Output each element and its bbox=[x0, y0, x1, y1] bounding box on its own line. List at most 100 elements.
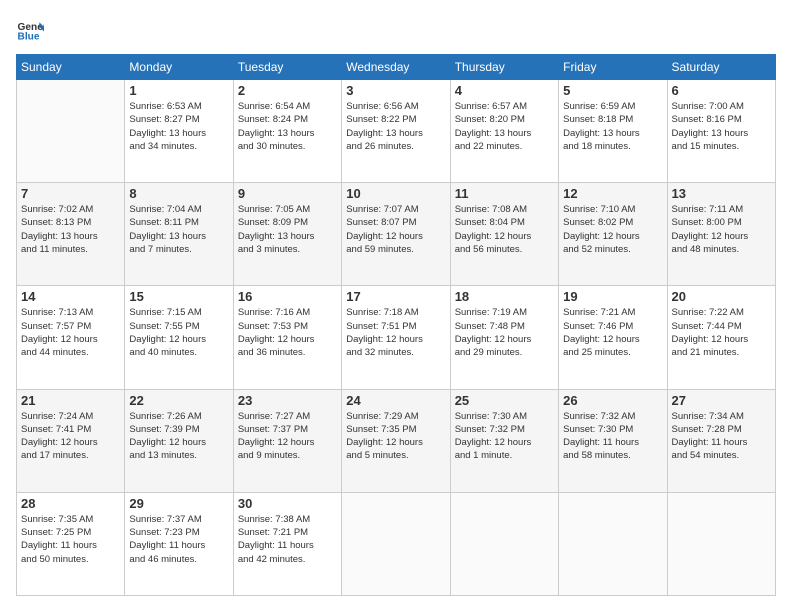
day-number: 21 bbox=[21, 393, 120, 408]
day-number: 6 bbox=[672, 83, 771, 98]
day-number: 3 bbox=[346, 83, 445, 98]
calendar-week-row: 1 Sunrise: 6:53 AM Sunset: 8:27 PM Daylig… bbox=[17, 80, 776, 183]
weekday-header: Thursday bbox=[450, 55, 558, 80]
day-number: 15 bbox=[129, 289, 228, 304]
day-info: Sunrise: 7:18 AM Sunset: 7:51 PM Dayligh… bbox=[346, 306, 445, 359]
calendar-cell: 25 Sunrise: 7:30 AM Sunset: 7:32 PM Dayli… bbox=[450, 389, 558, 492]
day-info: Sunrise: 6:53 AM Sunset: 8:27 PM Dayligh… bbox=[129, 100, 228, 153]
day-info: Sunrise: 6:57 AM Sunset: 8:20 PM Dayligh… bbox=[455, 100, 554, 153]
calendar-cell: 12 Sunrise: 7:10 AM Sunset: 8:02 PM Dayli… bbox=[559, 183, 667, 286]
day-number: 14 bbox=[21, 289, 120, 304]
day-number: 12 bbox=[563, 186, 662, 201]
day-info: Sunrise: 6:59 AM Sunset: 8:18 PM Dayligh… bbox=[563, 100, 662, 153]
calendar-cell: 14Sunrise: 7:13 AM Sunset: 7:57 PM Dayli… bbox=[17, 286, 125, 389]
day-info: Sunrise: 7:22 AM Sunset: 7:44 PM Dayligh… bbox=[672, 306, 771, 359]
calendar-cell: 17Sunrise: 7:18 AM Sunset: 7:51 PM Dayli… bbox=[342, 286, 450, 389]
day-info: Sunrise: 7:30 AM Sunset: 7:32 PM Dayligh… bbox=[455, 410, 554, 463]
calendar-cell: 9 Sunrise: 7:05 AM Sunset: 8:09 PM Daylig… bbox=[233, 183, 341, 286]
day-number: 20 bbox=[672, 289, 771, 304]
day-number: 9 bbox=[238, 186, 337, 201]
calendar-cell: 1 Sunrise: 6:53 AM Sunset: 8:27 PM Daylig… bbox=[125, 80, 233, 183]
calendar-cell: 26Sunrise: 7:32 AM Sunset: 7:30 PM Dayli… bbox=[559, 389, 667, 492]
calendar-cell: 27 Sunrise: 7:34 AM Sunset: 7:28 PM Dayli… bbox=[667, 389, 775, 492]
svg-text:Blue: Blue bbox=[18, 31, 40, 42]
day-number: 1 bbox=[129, 83, 228, 98]
day-info: Sunrise: 7:10 AM Sunset: 8:02 PM Dayligh… bbox=[563, 203, 662, 256]
calendar-week-row: 7 Sunrise: 7:02 AM Sunset: 8:13 PM Daylig… bbox=[17, 183, 776, 286]
day-number: 24 bbox=[346, 393, 445, 408]
day-number: 11 bbox=[455, 186, 554, 201]
day-number: 19 bbox=[563, 289, 662, 304]
calendar-cell: 16 Sunrise: 7:16 AM Sunset: 7:53 PM Dayli… bbox=[233, 286, 341, 389]
calendar-cell: 18 Sunrise: 7:19 AM Sunset: 7:48 PM Dayli… bbox=[450, 286, 558, 389]
weekday-header: Tuesday bbox=[233, 55, 341, 80]
calendar-week-row: 21Sunrise: 7:24 AM Sunset: 7:41 PM Dayli… bbox=[17, 389, 776, 492]
calendar-cell: 29 Sunrise: 7:37 AM Sunset: 7:23 PM Dayli… bbox=[125, 492, 233, 595]
calendar-cell: 30 Sunrise: 7:38 AM Sunset: 7:21 PM Dayli… bbox=[233, 492, 341, 595]
day-info: Sunrise: 7:16 AM Sunset: 7:53 PM Dayligh… bbox=[238, 306, 337, 359]
calendar-cell bbox=[342, 492, 450, 595]
day-info: Sunrise: 7:11 AM Sunset: 8:00 PM Dayligh… bbox=[672, 203, 771, 256]
day-number: 4 bbox=[455, 83, 554, 98]
day-number: 13 bbox=[672, 186, 771, 201]
day-info: Sunrise: 7:27 AM Sunset: 7:37 PM Dayligh… bbox=[238, 410, 337, 463]
calendar-cell: 5 Sunrise: 6:59 AM Sunset: 8:18 PM Daylig… bbox=[559, 80, 667, 183]
calendar-cell bbox=[667, 492, 775, 595]
day-number: 29 bbox=[129, 496, 228, 511]
weekday-header: Wednesday bbox=[342, 55, 450, 80]
calendar-cell: 22 Sunrise: 7:26 AM Sunset: 7:39 PM Dayli… bbox=[125, 389, 233, 492]
calendar-cell: 2 Sunrise: 6:54 AM Sunset: 8:24 PM Daylig… bbox=[233, 80, 341, 183]
logo-icon: General Blue bbox=[16, 16, 44, 44]
day-number: 30 bbox=[238, 496, 337, 511]
day-number: 7 bbox=[21, 186, 120, 201]
calendar-cell: 7 Sunrise: 7:02 AM Sunset: 8:13 PM Daylig… bbox=[17, 183, 125, 286]
day-info: Sunrise: 7:35 AM Sunset: 7:25 PM Dayligh… bbox=[21, 513, 120, 566]
calendar-cell bbox=[559, 492, 667, 595]
day-number: 5 bbox=[563, 83, 662, 98]
weekday-header: Monday bbox=[125, 55, 233, 80]
day-info: Sunrise: 7:21 AM Sunset: 7:46 PM Dayligh… bbox=[563, 306, 662, 359]
calendar-cell: 15 Sunrise: 7:15 AM Sunset: 7:55 PM Dayli… bbox=[125, 286, 233, 389]
day-number: 22 bbox=[129, 393, 228, 408]
day-info: Sunrise: 6:54 AM Sunset: 8:24 PM Dayligh… bbox=[238, 100, 337, 153]
day-number: 16 bbox=[238, 289, 337, 304]
day-number: 27 bbox=[672, 393, 771, 408]
calendar-cell: 19 Sunrise: 7:21 AM Sunset: 7:46 PM Dayli… bbox=[559, 286, 667, 389]
day-info: Sunrise: 7:37 AM Sunset: 7:23 PM Dayligh… bbox=[129, 513, 228, 566]
day-number: 10 bbox=[346, 186, 445, 201]
day-number: 2 bbox=[238, 83, 337, 98]
weekday-header: Saturday bbox=[667, 55, 775, 80]
day-number: 23 bbox=[238, 393, 337, 408]
day-number: 18 bbox=[455, 289, 554, 304]
logo: General Blue bbox=[16, 16, 50, 44]
calendar-cell: 4 Sunrise: 6:57 AM Sunset: 8:20 PM Daylig… bbox=[450, 80, 558, 183]
day-number: 8 bbox=[129, 186, 228, 201]
calendar-header-row: SundayMondayTuesdayWednesdayThursdayFrid… bbox=[17, 55, 776, 80]
day-number: 26 bbox=[563, 393, 662, 408]
page-header: General Blue bbox=[16, 16, 776, 44]
calendar-cell: 11Sunrise: 7:08 AM Sunset: 8:04 PM Dayli… bbox=[450, 183, 558, 286]
day-number: 28 bbox=[21, 496, 120, 511]
day-info: Sunrise: 7:19 AM Sunset: 7:48 PM Dayligh… bbox=[455, 306, 554, 359]
day-info: Sunrise: 7:34 AM Sunset: 7:28 PM Dayligh… bbox=[672, 410, 771, 463]
calendar-cell: 3Sunrise: 6:56 AM Sunset: 8:22 PM Daylig… bbox=[342, 80, 450, 183]
calendar-week-row: 28 Sunrise: 7:35 AM Sunset: 7:25 PM Dayli… bbox=[17, 492, 776, 595]
day-info: Sunrise: 7:38 AM Sunset: 7:21 PM Dayligh… bbox=[238, 513, 337, 566]
calendar-cell: 28 Sunrise: 7:35 AM Sunset: 7:25 PM Dayli… bbox=[17, 492, 125, 595]
day-number: 25 bbox=[455, 393, 554, 408]
day-info: Sunrise: 7:00 AM Sunset: 8:16 PM Dayligh… bbox=[672, 100, 771, 153]
calendar-cell: 20 Sunrise: 7:22 AM Sunset: 7:44 PM Dayli… bbox=[667, 286, 775, 389]
calendar-cell: 10 Sunrise: 7:07 AM Sunset: 8:07 PM Dayli… bbox=[342, 183, 450, 286]
calendar-cell: 23 Sunrise: 7:27 AM Sunset: 7:37 PM Dayli… bbox=[233, 389, 341, 492]
day-info: Sunrise: 7:04 AM Sunset: 8:11 PM Dayligh… bbox=[129, 203, 228, 256]
calendar-table: SundayMondayTuesdayWednesdayThursdayFrid… bbox=[16, 54, 776, 596]
weekday-header: Sunday bbox=[17, 55, 125, 80]
day-info: Sunrise: 7:05 AM Sunset: 8:09 PM Dayligh… bbox=[238, 203, 337, 256]
calendar-cell: 6 Sunrise: 7:00 AM Sunset: 8:16 PM Daylig… bbox=[667, 80, 775, 183]
day-info: Sunrise: 7:15 AM Sunset: 7:55 PM Dayligh… bbox=[129, 306, 228, 359]
day-info: Sunrise: 7:02 AM Sunset: 8:13 PM Dayligh… bbox=[21, 203, 120, 256]
day-info: Sunrise: 7:29 AM Sunset: 7:35 PM Dayligh… bbox=[346, 410, 445, 463]
calendar-week-row: 14Sunrise: 7:13 AM Sunset: 7:57 PM Dayli… bbox=[17, 286, 776, 389]
day-info: Sunrise: 7:07 AM Sunset: 8:07 PM Dayligh… bbox=[346, 203, 445, 256]
day-info: Sunrise: 7:26 AM Sunset: 7:39 PM Dayligh… bbox=[129, 410, 228, 463]
